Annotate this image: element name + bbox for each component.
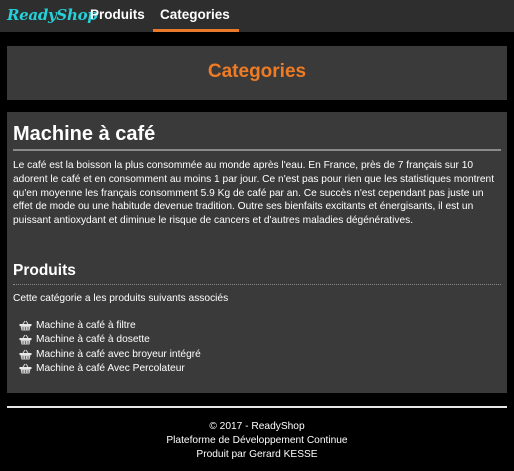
product-item-label[interactable]: Machine à café avec broyeur intégré (36, 349, 201, 360)
product-item-label[interactable]: Machine à café à filtre (36, 320, 136, 331)
footer-author: Produit par Gerard KESSE (196, 448, 318, 460)
basket-icon (19, 349, 32, 360)
product-item[interactable]: Machine à café à filtre (19, 318, 201, 333)
product-item[interactable]: Machine à café avec broyeur intégré (19, 347, 201, 362)
active-nav-indicator (153, 29, 239, 32)
category-panel: Machine à café Le café est la boisson la… (7, 112, 507, 393)
basket-icon (19, 320, 32, 331)
page-title: Categories (207, 61, 307, 82)
footer-divider (7, 406, 507, 408)
basket-icon (19, 363, 32, 374)
nav-link-categories[interactable]: Categories (160, 7, 230, 22)
products-intro: Cette catégorie a les produits suivants … (13, 293, 229, 304)
footer-platform: Plateforme de Développement Continue (166, 434, 348, 446)
products-heading: Produits (13, 262, 76, 279)
product-item[interactable]: Machine à café Avec Percolateur (19, 362, 201, 377)
brand-logo[interactable]: ReadyShop (7, 6, 98, 24)
basket-icon (19, 334, 32, 345)
product-item-label[interactable]: Machine à café Avec Percolateur (36, 363, 185, 374)
footer: © 2017 - ReadyShop Plateforme de Dévelop… (0, 420, 514, 461)
category-description: Le café est la boisson la plus consommée… (13, 160, 495, 227)
product-item[interactable]: Machine à café à dosette (19, 333, 201, 348)
title-divider (13, 149, 501, 151)
category-title: Machine à café (13, 123, 156, 145)
products-divider (13, 284, 501, 285)
product-list: Machine à café à filtre Machine à café à… (19, 318, 201, 376)
footer-copyright: © 2017 - ReadyShop (209, 421, 305, 432)
top-navbar: ReadyShop Produits Categories (0, 0, 514, 32)
page-title-panel: Categories (7, 46, 507, 100)
nav-link-produits[interactable]: Produits (90, 7, 145, 22)
product-item-label[interactable]: Machine à café à dosette (36, 334, 150, 345)
